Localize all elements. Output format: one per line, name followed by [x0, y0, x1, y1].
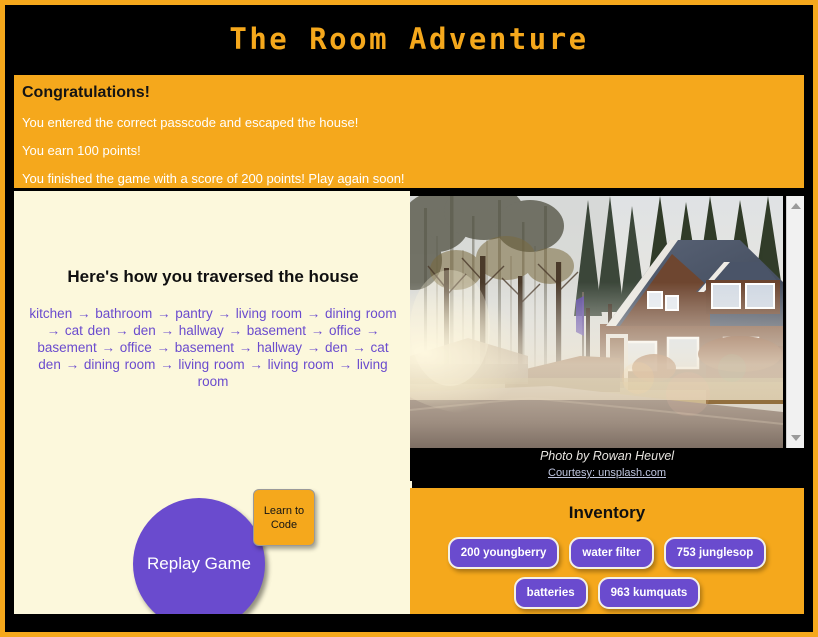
traversal-path-text: kitchen → bathroom → pantry → living roo…: [29, 306, 397, 389]
inventory-panel: Inventory 200 youngberry water filter 75…: [410, 488, 804, 614]
photo-box: [410, 196, 804, 448]
banner-line-final-score: You finished the game with a score of 20…: [22, 171, 405, 186]
inventory-item-list: 200 youngberry water filter 753 jungleso…: [410, 537, 804, 609]
page-title: The Room Adventure: [229, 22, 589, 56]
banner-line-points-earned: You earn 100 points!: [22, 143, 141, 158]
house-photo: [410, 196, 783, 448]
inventory-item[interactable]: water filter: [569, 537, 654, 569]
replay-game-button-wrap: Replay Game: [133, 498, 265, 614]
replay-game-button[interactable]: Replay Game: [133, 498, 265, 614]
game-window: The Room Adventure Congratulations! You …: [0, 0, 818, 637]
inventory-item[interactable]: batteries: [513, 577, 588, 609]
photo-scrollbar[interactable]: [786, 196, 804, 448]
photo-viewport: [410, 196, 783, 448]
congratulations-heading: Congratulations!: [22, 84, 150, 101]
photo-courtesy-link[interactable]: Courtesy: unsplash.com: [410, 467, 804, 479]
learn-to-code-button[interactable]: Learn to Code: [253, 489, 315, 546]
traversal-heading: Here's how you traversed the house: [67, 267, 359, 286]
banner-line-passcode: You entered the correct passcode and esc…: [22, 115, 359, 130]
inventory-item[interactable]: 753 junglesop: [663, 537, 767, 569]
inventory-item[interactable]: 963 kumquats: [597, 577, 701, 609]
title-bar: The Room Adventure: [5, 5, 813, 73]
inventory-title: Inventory: [568, 503, 646, 522]
scroll-down-icon[interactable]: [787, 430, 804, 446]
traversal-panel: Here's how you traversed the house kitch…: [14, 191, 412, 614]
inventory-item[interactable]: 200 youngberry: [447, 537, 560, 569]
photo-credit: Photo by Rowan Heuvel: [539, 449, 675, 463]
congratulations-banner: Congratulations! You entered the correct…: [14, 75, 804, 188]
photo-panel: Photo by Rowan Heuvel Courtesy: unsplash…: [410, 191, 804, 481]
scroll-up-icon[interactable]: [787, 198, 804, 214]
